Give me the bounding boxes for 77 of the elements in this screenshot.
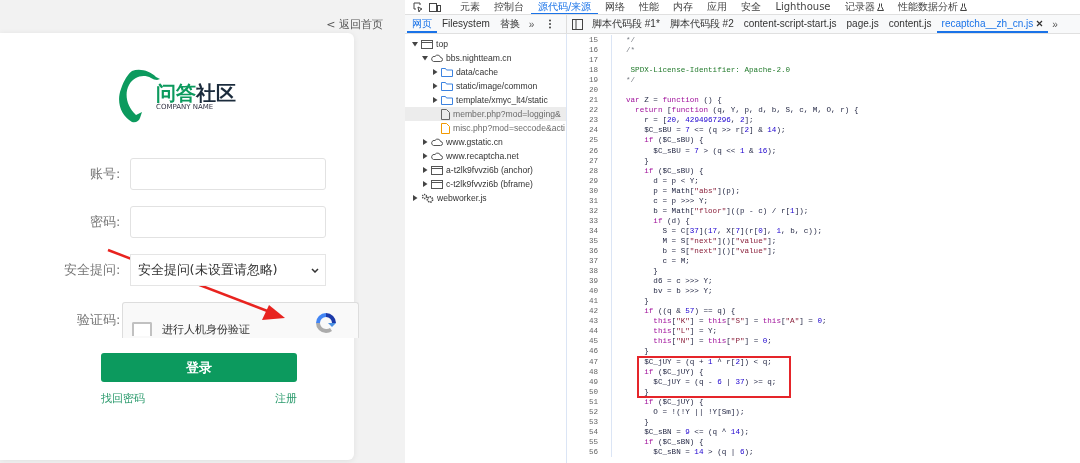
tree-item[interactable]: static/image/common — [405, 79, 566, 93]
panel-tab[interactable]: 应用 — [700, 0, 735, 14]
panel-tab[interactable]: Lighthouse — [768, 0, 838, 14]
collapsed-arrow-icon[interactable] — [411, 195, 418, 201]
gears-icon — [421, 193, 434, 203]
logo-title: 问答社区 — [156, 82, 236, 104]
more-tabs-button[interactable]: » — [524, 15, 539, 33]
cloud-icon — [431, 138, 443, 146]
device-toggle-icon[interactable] — [429, 2, 441, 12]
tree-item[interactable]: webworker.js — [405, 191, 566, 205]
navigator-tab[interactable]: 网页 — [407, 15, 437, 33]
tree-item[interactable]: top — [405, 37, 566, 51]
password-field[interactable] — [129, 206, 326, 238]
back-home-link[interactable]: < 返回首页 — [326, 17, 383, 33]
sidebar-toggle-icon[interactable] — [572, 18, 583, 30]
folder-icon — [441, 95, 453, 105]
collapsed-arrow-icon[interactable] — [431, 83, 438, 89]
register-link[interactable]: 注册 — [275, 391, 297, 406]
panel-tab[interactable]: 元素 — [453, 0, 487, 14]
editor-tab[interactable]: 脚本代码段 #2 — [664, 15, 739, 33]
editor-tab[interactable]: 脚本代码段 #1* — [587, 15, 665, 33]
editor-tab[interactable]: page.js — [841, 15, 884, 33]
recaptcha-icon — [313, 311, 338, 335]
expanded-arrow-icon[interactable] — [421, 55, 428, 61]
file-icon — [441, 122, 450, 134]
folder-icon — [441, 81, 453, 91]
navigator-tab[interactable]: 替换 — [494, 15, 525, 33]
frame-icon — [421, 39, 433, 49]
panel-tab[interactable]: 控制台 — [487, 0, 531, 14]
captcha-checkbox[interactable] — [131, 322, 152, 336]
forgot-password-link[interactable]: 找回密码 — [101, 391, 145, 406]
collapsed-arrow-icon[interactable] — [421, 153, 428, 159]
field-label: 账号: — [89, 165, 121, 183]
collapsed-arrow-icon[interactable] — [431, 69, 438, 75]
collapsed-arrow-icon[interactable] — [431, 97, 438, 103]
panel-tab[interactable]: 网络 — [598, 0, 633, 14]
editor-tab[interactable]: recaptcha__zh_cn.js — [936, 15, 1049, 33]
more-options-icon[interactable] — [548, 19, 553, 29]
security-question-select[interactable]: 安全提问(未设置请忽略) — [129, 254, 326, 286]
close-icon[interactable] — [1036, 19, 1044, 27]
inspect-icon[interactable] — [413, 2, 423, 12]
tree-item[interactable]: template/xmyc_lt4/static — [405, 93, 566, 107]
folder-icon — [441, 67, 453, 77]
field-label: 密码: — [89, 213, 121, 231]
panel-tab[interactable]: 源代码/来源 — [531, 0, 599, 14]
tree-item[interactable]: member.php?mod=logging& — [405, 107, 566, 121]
login-button[interactable]: 登录 — [101, 353, 297, 382]
collapsed-arrow-icon[interactable] — [421, 139, 428, 145]
chevron-icon — [310, 267, 319, 273]
tree-item[interactable]: c-t2lk9fvvzi6b (bframe) — [405, 177, 566, 191]
editor-tab[interactable]: content-script-start.js — [738, 15, 842, 33]
panel-tab[interactable]: 记录器 — [837, 0, 891, 14]
collapsed-arrow-icon[interactable] — [421, 181, 428, 187]
expanded-arrow-icon[interactable] — [411, 41, 418, 47]
editor-tab[interactable]: content.js — [883, 15, 937, 33]
more-tabs-button[interactable]: » — [1048, 15, 1062, 33]
tree-item[interactable]: a-t2lk9fvvzi6b (anchor) — [405, 163, 566, 177]
frame-icon — [431, 179, 443, 189]
panel-tab[interactable]: 性能数据分析 — [890, 0, 974, 14]
tree-item[interactable]: data/cache — [405, 65, 566, 79]
frame-icon — [431, 165, 443, 175]
collapsed-arrow-icon[interactable] — [421, 167, 428, 173]
tree-item[interactable]: www.gstatic.cn — [405, 135, 566, 149]
panel-tab[interactable]: 安全 — [734, 0, 769, 14]
tree-item[interactable]: www.recaptcha.net — [405, 149, 566, 163]
tree-item[interactable]: misc.php?mod=seccode&acti — [405, 121, 566, 135]
cloud-icon — [431, 152, 443, 160]
panel-tab[interactable]: 性能 — [632, 0, 667, 14]
panel-tab[interactable]: 内存 — [666, 0, 701, 14]
account-field[interactable] — [129, 158, 326, 190]
navigator-tab[interactable]: Filesystem — [437, 15, 495, 33]
captcha-label: 进行人机身份验证 — [161, 323, 250, 336]
field-label: 安全提问: — [63, 261, 121, 279]
file-icon — [441, 108, 450, 120]
field-label: 验证码: — [76, 311, 121, 329]
tree-item[interactable]: bbs.nightteam.cn — [405, 51, 566, 65]
cloud-icon — [431, 54, 443, 62]
